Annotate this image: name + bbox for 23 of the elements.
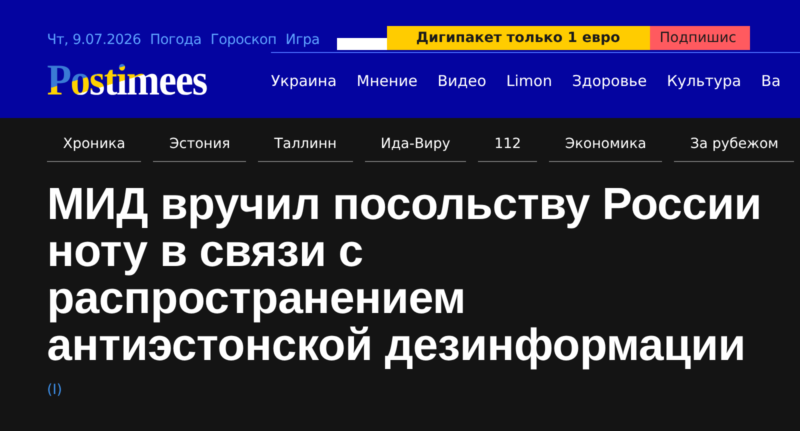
section-tab[interactable]: За рубежом (674, 132, 794, 162)
nav-link[interactable]: Видео (437, 72, 486, 90)
top-link[interactable]: Гороскоп (210, 32, 277, 50)
top-link[interactable]: Игра (286, 32, 320, 50)
top-link[interactable]: Погода (150, 32, 202, 50)
section-tab[interactable]: Хроника (47, 132, 142, 162)
section-tab[interactable]: Ида-Виру (364, 132, 466, 162)
section-tab[interactable]: Таллинн (258, 132, 353, 162)
subscribe-button[interactable]: Подпишис (650, 26, 750, 50)
nav-link[interactable]: Мнение (356, 72, 418, 90)
article-headline: МИД вручил посольству России ноту в связи с распространением антиэстонской дезинформации (47, 180, 762, 368)
section-tab[interactable]: Эстония (153, 132, 246, 162)
section-tab[interactable]: Экономика (549, 132, 662, 162)
nav-link[interactable]: Украина (271, 72, 337, 90)
nav-link[interactable]: Limon (506, 72, 552, 90)
promo-button[interactable]: Дигипакет только 1 евро (386, 26, 650, 50)
section-tab[interactable]: 112 (478, 132, 538, 162)
nav-link[interactable]: Культура (666, 72, 742, 90)
top-link[interactable]: Чт, 9.07.2026 (47, 32, 142, 50)
author-link[interactable]: (I) (47, 382, 62, 398)
nav-link[interactable]: Ва (761, 72, 781, 90)
placeholder-bar (336, 38, 387, 50)
nav-link[interactable]: Здоровье (572, 72, 647, 90)
